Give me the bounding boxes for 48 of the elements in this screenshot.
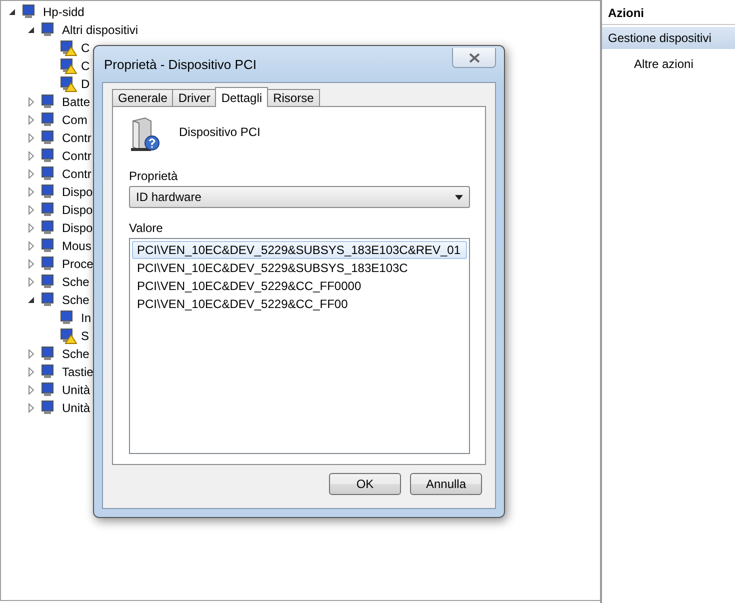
tree-item[interactable]: Hp-sidd — [43, 4, 84, 20]
tree-item[interactable]: Contr — [62, 148, 92, 164]
expander-icon[interactable] — [26, 25, 36, 35]
value-item[interactable]: PCI\VEN_10EC&DEV_5229&SUBSYS_183E103C — [132, 259, 467, 277]
tab[interactable]: Driver — [172, 89, 216, 107]
tree-item[interactable]: S — [81, 328, 90, 344]
close-button[interactable] — [452, 48, 496, 68]
tree-item[interactable]: Sche — [62, 346, 90, 362]
action-link[interactable]: Altre azioni — [602, 53, 735, 75]
tree-item[interactable]: Unità — [62, 382, 90, 398]
tab[interactable]: Generale — [112, 89, 174, 107]
tree-item[interactable]: Unità — [62, 400, 90, 416]
actions-title: Azioni — [602, 0, 735, 25]
expander-icon[interactable] — [7, 7, 17, 17]
tree-item[interactable]: Proce — [62, 256, 94, 272]
tree-item[interactable]: Sche — [62, 292, 90, 308]
tree-item[interactable]: Altri dispositivi — [62, 22, 138, 38]
tree-item[interactable]: Com — [62, 112, 88, 128]
tree-item[interactable]: Sche — [62, 274, 90, 290]
tree-item[interactable]: Dispo — [62, 184, 93, 200]
value-label: Valore — [129, 221, 164, 235]
value-item[interactable]: PCI\VEN_10EC&DEV_5229&SUBSYS_183E103C&REV_01 — [132, 241, 467, 259]
ok-button[interactable]: OK — [329, 473, 401, 495]
expander-icon[interactable] — [26, 295, 36, 305]
caret-icon — [455, 194, 463, 200]
property-label: Proprietà — [129, 169, 179, 183]
property-dropdown[interactable]: ID hardware — [129, 186, 470, 208]
actions-section[interactable]: Gestione dispositivi — [602, 27, 735, 49]
dialog-title: Proprietà - Dispositivo PCI — [103, 56, 258, 72]
tree-item[interactable]: Contr — [62, 166, 92, 182]
tree-item[interactable]: C — [81, 40, 90, 56]
tree-item[interactable]: Tastie — [62, 364, 94, 380]
close-icon — [468, 52, 480, 62]
pci-device-icon — [129, 117, 161, 153]
cancel-button[interactable]: Annulla — [410, 473, 482, 495]
value-item[interactable]: PCI\VEN_10EC&DEV_5229&CC_FF0000 — [132, 277, 467, 295]
tree-item[interactable]: C — [81, 58, 90, 74]
tab[interactable]: Dettagli — [215, 87, 268, 107]
tree-item[interactable]: Batte — [62, 94, 90, 110]
tree-item[interactable]: Mous — [62, 238, 92, 254]
device-name: Dispositivo PCI — [179, 125, 260, 139]
tree-item[interactable]: Dispo — [62, 202, 93, 218]
tree-item[interactable]: D — [81, 76, 90, 92]
tab[interactable]: Risorse — [267, 89, 320, 107]
tree-item[interactable]: Dispo — [62, 220, 93, 236]
tree-item[interactable]: Contr — [62, 130, 92, 146]
value-item[interactable]: PCI\VEN_10EC&DEV_5229&CC_FF00 — [132, 295, 467, 313]
tree-item[interactable]: In — [81, 310, 92, 326]
